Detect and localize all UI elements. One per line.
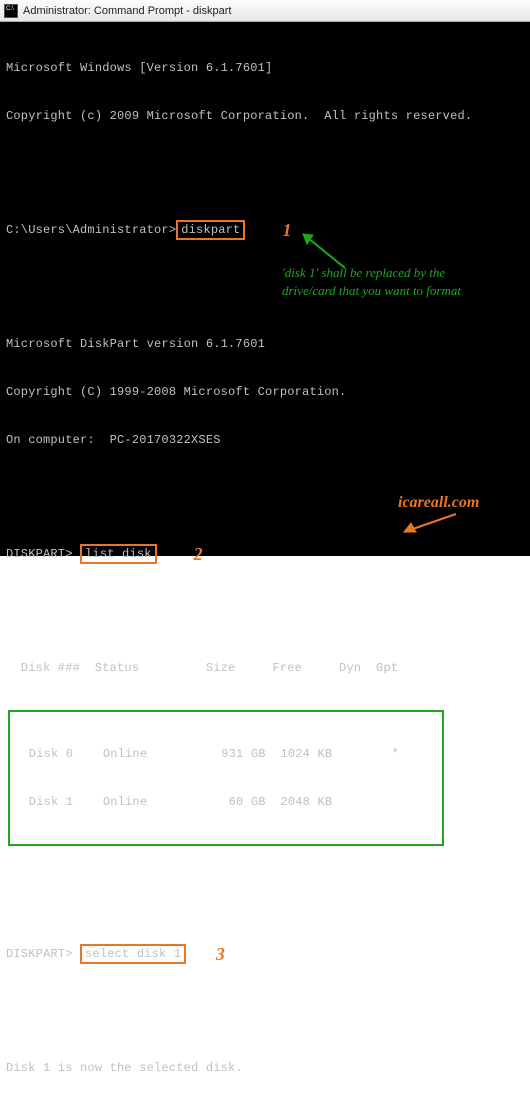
window-title: Administrator: Command Prompt - diskpart xyxy=(23,5,231,17)
titlebar[interactable]: Administrator: Command Prompt - diskpart xyxy=(0,0,530,22)
diskpart-prompt: DISKPART> xyxy=(6,947,73,961)
arrow-icon xyxy=(295,228,355,274)
table-row: Disk 1 Online 60 GB 2048 KB xyxy=(14,794,438,810)
win-version: Microsoft Windows [Version 6.1.7601] xyxy=(6,60,526,76)
diskpart-version: Microsoft DiskPart version 6.1.7601 xyxy=(6,336,526,352)
diskpart-host: On computer: PC-20170322XSES xyxy=(6,432,526,448)
prompt-line-3: DISKPART> select disk 1 3 xyxy=(6,944,526,964)
prompt-path: C:\Users\Administrator> xyxy=(6,223,176,237)
terminal-area[interactable]: Microsoft Windows [Version 6.1.7601] Cop… xyxy=(0,22,530,1112)
table-row: Disk 0 Online 931 GB 1024 KB * xyxy=(14,746,438,762)
arrow-icon xyxy=(396,510,466,540)
step-number-1: 1 xyxy=(282,222,291,238)
cmd-window: Administrator: Command Prompt - diskpart… xyxy=(0,0,530,556)
diskpart-prompt: DISKPART> xyxy=(6,547,73,561)
cmd-icon xyxy=(4,4,18,18)
prompt-line-2: DISKPART> list disk 2 xyxy=(6,544,526,564)
cmd-select-disk: select disk 1 xyxy=(80,944,186,964)
prompt-line-1: C:\Users\Administrator>diskpart 1 xyxy=(6,220,526,240)
cmd-list-disk: list disk xyxy=(80,544,157,564)
output-selected: Disk 1 is now the selected disk. xyxy=(6,1060,526,1076)
disk-table-header: Disk ### Status Size Free Dyn Gpt xyxy=(6,660,526,676)
cmd-diskpart: diskpart xyxy=(176,220,245,240)
win-copyright: Copyright (c) 2009 Microsoft Corporation… xyxy=(6,108,526,124)
step-number-2: 2 xyxy=(194,546,203,562)
diskpart-copyright: Copyright (C) 1999-2008 Microsoft Corpor… xyxy=(6,384,526,400)
step-number-3: 3 xyxy=(216,946,225,962)
annotation-line-2: drive/card that you want to format xyxy=(282,283,461,299)
disk-table-highlight: Disk 0 Online 931 GB 1024 KB * Disk 1 On… xyxy=(8,710,444,846)
